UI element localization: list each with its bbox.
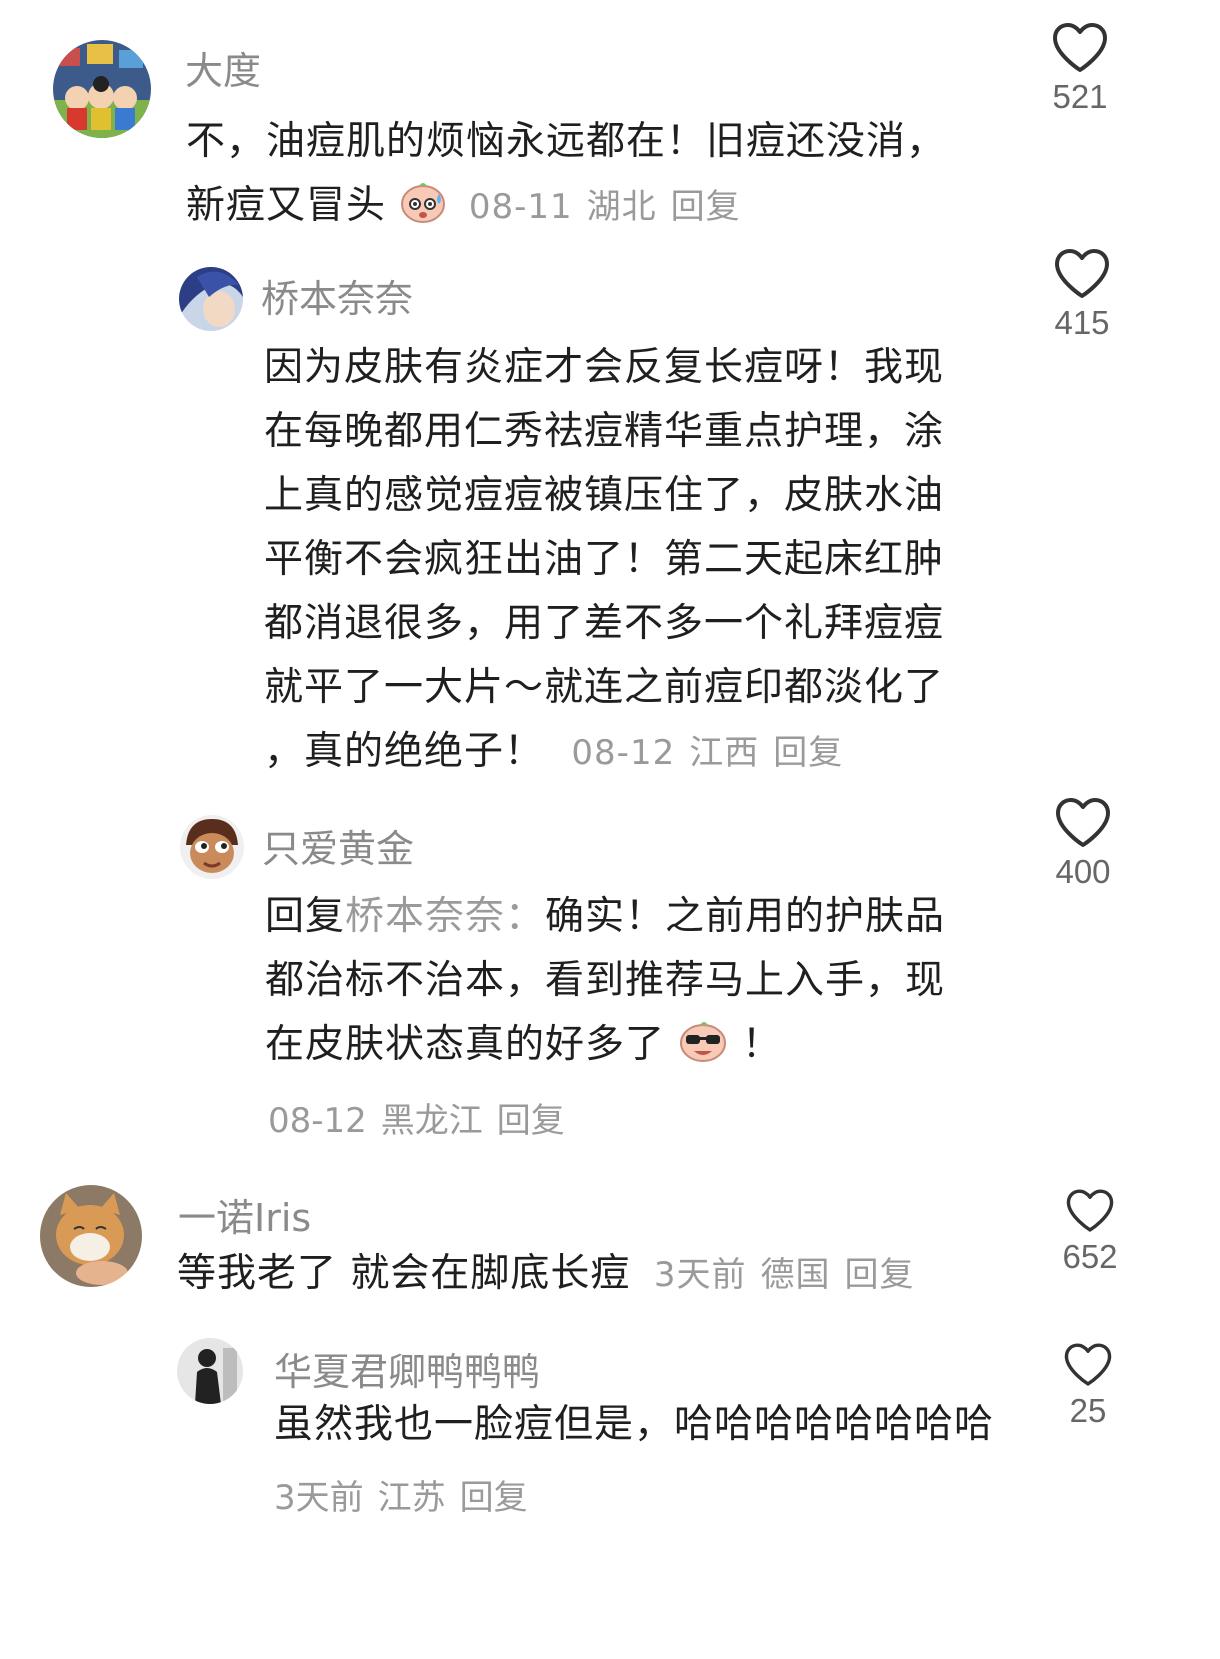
comment-text: 新痘又冒头 — [186, 183, 387, 228]
like-count: 652 — [1062, 1238, 1118, 1275]
comment-text-line: 都治标不治本，看到推荐马上入手，现 — [265, 958, 946, 1003]
avatar[interactable] — [40, 1185, 142, 1287]
comment-text: ！ — [741, 1022, 782, 1067]
cartoon-girl-avatar-icon — [180, 815, 244, 879]
heart-icon — [1055, 249, 1109, 298]
comment-text-line: 因为皮肤有炎症才会反复长痘呀！我现 — [264, 345, 945, 390]
like-count: 25 — [1069, 1392, 1107, 1429]
like-button[interactable]: 521 — [1035, 22, 1125, 116]
reply-button[interactable]: 回复 — [460, 1478, 528, 1518]
reply-prefix: 回复 — [265, 894, 346, 939]
comment-text-line: 在皮肤状态真的好多了 — [265, 1022, 666, 1067]
reply-button[interactable]: 回复 — [497, 1101, 565, 1141]
anime-blue-hair-avatar-icon — [179, 267, 243, 331]
comment-location: 江西 — [689, 733, 760, 773]
comment-location: 湖北 — [586, 187, 657, 227]
comment-text-line: 都消退很多，用了差不多一个礼拜痘痘 — [264, 601, 945, 646]
avatar[interactable] — [179, 267, 243, 331]
avatar[interactable] — [180, 815, 244, 879]
comment-username[interactable]: 华夏君卿鸭鸭鸭 — [274, 1341, 540, 1396]
cartoon-group-avatar-icon — [53, 40, 151, 138]
comment-username[interactable]: 桥本奈奈 — [261, 268, 413, 323]
cat-photo-avatar-icon — [40, 1185, 142, 1287]
like-button[interactable]: 415 — [1037, 248, 1127, 342]
comment-text: 不，油痘肌的烦恼永远都在！旧痘还没消， — [186, 119, 947, 164]
comment-location: 德国 — [760, 1255, 831, 1295]
comment-text-line: 在每晚都用仁秀祛痘精华重点护理，涂 — [264, 409, 945, 454]
like-count: 521 — [1052, 78, 1108, 115]
heart-icon — [1056, 798, 1110, 847]
comment-username[interactable]: 大度 — [185, 40, 261, 95]
like-button[interactable]: 25 — [1043, 1342, 1133, 1430]
reply-target-username[interactable]: 桥本奈奈： — [345, 894, 545, 939]
comment-text-line: ，真的绝绝子！ — [264, 729, 545, 774]
avatar[interactable] — [53, 40, 151, 138]
reply-button[interactable]: 回复 — [844, 1255, 914, 1295]
comment-text-line: 就平了一大片～就连之前痘印都淡化了 — [264, 665, 945, 710]
comment-date: 08-12 — [571, 733, 676, 773]
comment-text-line: 上真的感觉痘痘被镇压住了，皮肤水油 — [264, 473, 945, 518]
comment-date: 3天前 — [653, 1255, 747, 1295]
like-count: 400 — [1055, 853, 1111, 890]
comment-date: 3天前 — [274, 1478, 364, 1518]
heart-icon — [1053, 23, 1107, 72]
reply-button[interactable]: 回复 — [671, 187, 741, 227]
sweat-face-emoji — [399, 180, 447, 244]
heart-icon — [1066, 1189, 1114, 1232]
heart-icon — [1064, 1343, 1112, 1386]
reply-button[interactable]: 回复 — [773, 733, 843, 773]
comment-text: 等我老了 就会在脚底长痘 — [177, 1251, 631, 1296]
comment-date: 08-12 — [268, 1101, 367, 1141]
avatar[interactable] — [177, 1338, 243, 1404]
comment-text-line: 平衡不会疯狂出油了！第二天起床红肿 — [264, 537, 945, 582]
like-count: 415 — [1054, 304, 1110, 341]
comment-location: 江苏 — [377, 1478, 446, 1518]
like-button[interactable]: 652 — [1045, 1188, 1135, 1276]
comment-username[interactable]: 只爱黄金 — [262, 818, 414, 873]
comment-location: 黑龙江 — [380, 1101, 483, 1141]
cool-sunglasses-emoji — [678, 1019, 728, 1083]
comment-text: 确实！之前用的护肤品 — [545, 894, 946, 939]
comment-date: 08-11 — [468, 187, 573, 227]
silhouette-avatar-icon — [177, 1338, 243, 1404]
like-button[interactable]: 400 — [1038, 797, 1128, 891]
comment-text: 虽然我也一脸痘但是，哈哈哈哈哈哈哈哈 — [274, 1402, 995, 1447]
comment-username[interactable]: 一诺Iris — [178, 1187, 311, 1242]
